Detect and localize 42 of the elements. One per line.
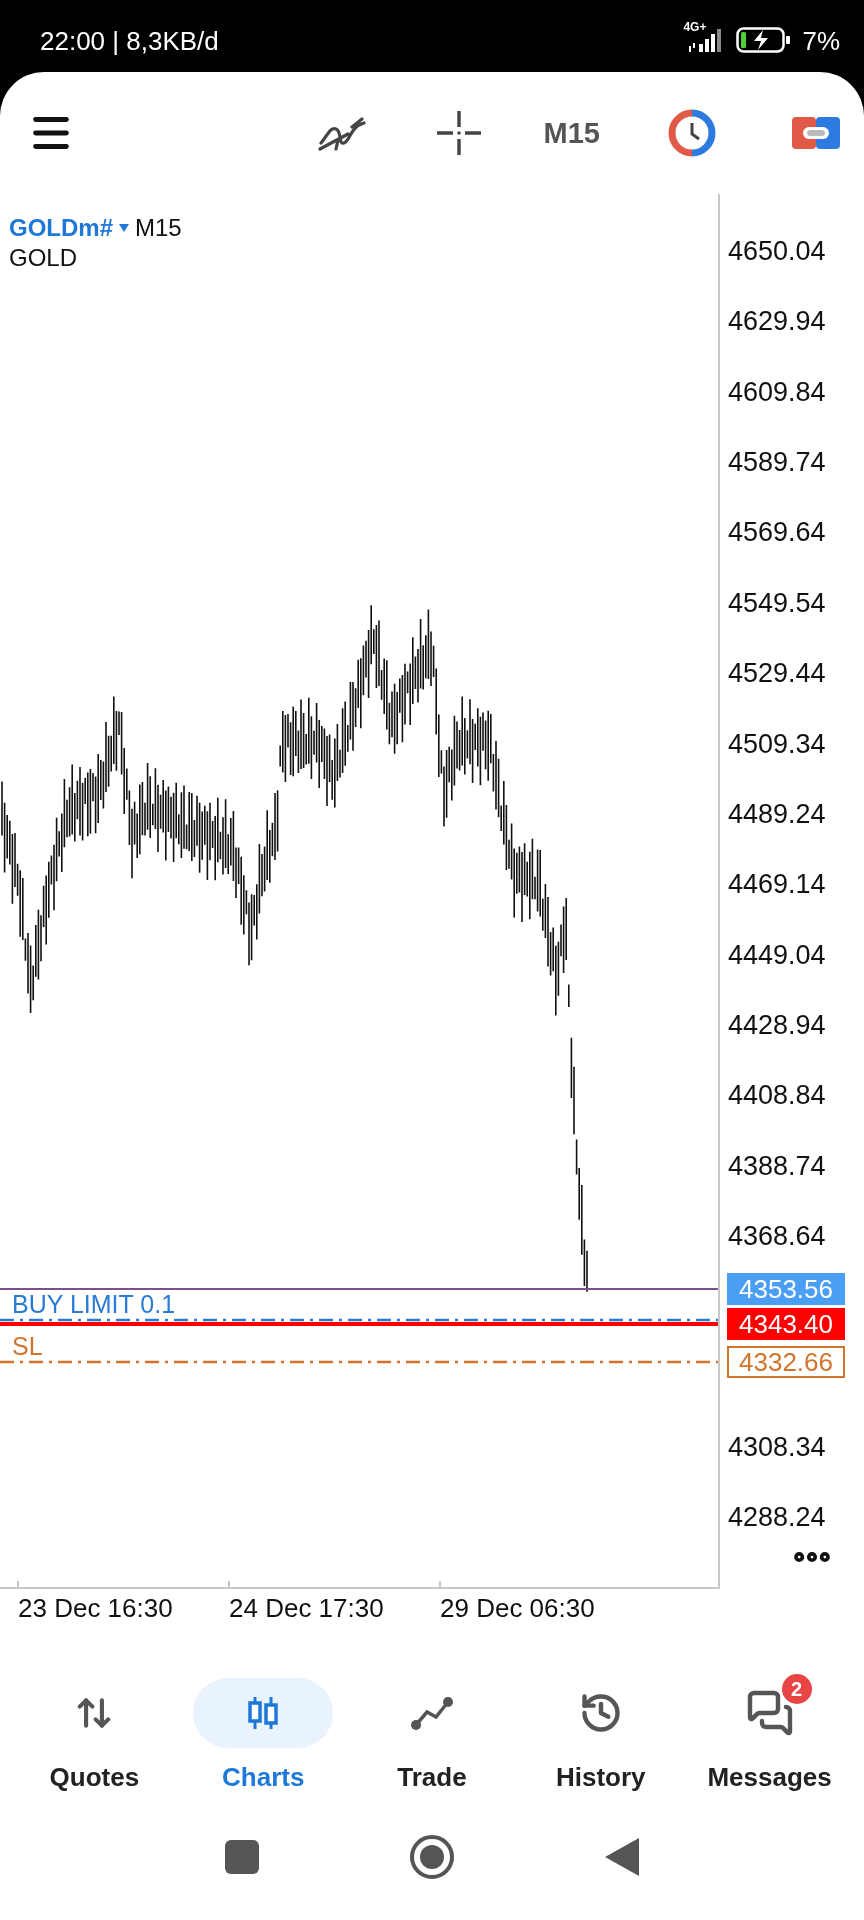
chart-symbol[interactable]: GOLDm# [9, 214, 113, 242]
price-label: 4308.34 [728, 1432, 826, 1463]
price-label: 4509.34 [728, 728, 826, 759]
price-label: 4629.94 [728, 306, 826, 337]
price-label: 4368.64 [728, 1221, 826, 1252]
recents-icon[interactable] [225, 1840, 259, 1874]
line-label: SL [12, 1332, 43, 1360]
time-label: 23 Dec 16:30 [18, 1593, 173, 1624]
price-label: 4408.84 [728, 1080, 826, 1111]
nav-tab[interactable]: Charts [178, 1678, 348, 1814]
price-tag: 4353.56 [727, 1272, 845, 1305]
time-label: 29 Dec 06:30 [440, 1593, 595, 1624]
chart-timeframe: M15 [135, 214, 182, 242]
price-tag: 4343.40 [727, 1308, 845, 1341]
nav-tab[interactable]: Quotes [10, 1678, 179, 1814]
price-label: 4569.64 [728, 517, 826, 548]
unread-badge: 2 [781, 1674, 812, 1704]
price-label: 4589.74 [728, 447, 826, 478]
price-label: 4529.44 [728, 658, 826, 689]
dropdown-caret-icon [119, 224, 129, 232]
price-label: 4609.84 [728, 376, 826, 407]
network-type: 4G+ [683, 20, 707, 34]
price-label: 4449.04 [728, 939, 826, 970]
price-label: 4650.04 [728, 236, 826, 266]
price-label: 4388.74 [728, 1150, 826, 1181]
price-label: 4489.24 [728, 798, 826, 829]
battery-charging-icon [736, 26, 793, 54]
line-label: BUY LIMIT 0.1 [12, 1290, 176, 1319]
timeframe-button[interactable]: M15 [539, 112, 604, 154]
nav-tab[interactable]: History [516, 1678, 686, 1814]
battery-percent: 7% [802, 24, 840, 57]
time-label: 24 Dec 17:30 [229, 1593, 384, 1624]
chart-description: GOLD [9, 244, 78, 272]
nav-tab[interactable]: Trade [347, 1678, 517, 1814]
price-label: 4428.94 [728, 1009, 826, 1040]
back-icon[interactable] [605, 1838, 639, 1876]
status-time: 22:00 | 8,3KB/d [40, 24, 220, 57]
price-label: 4549.54 [728, 587, 826, 618]
price-label: 4288.24 [728, 1502, 826, 1533]
price-tag: 4332.66 [727, 1346, 845, 1378]
price-label: 4469.14 [728, 869, 826, 900]
home-icon[interactable] [409, 1834, 455, 1880]
